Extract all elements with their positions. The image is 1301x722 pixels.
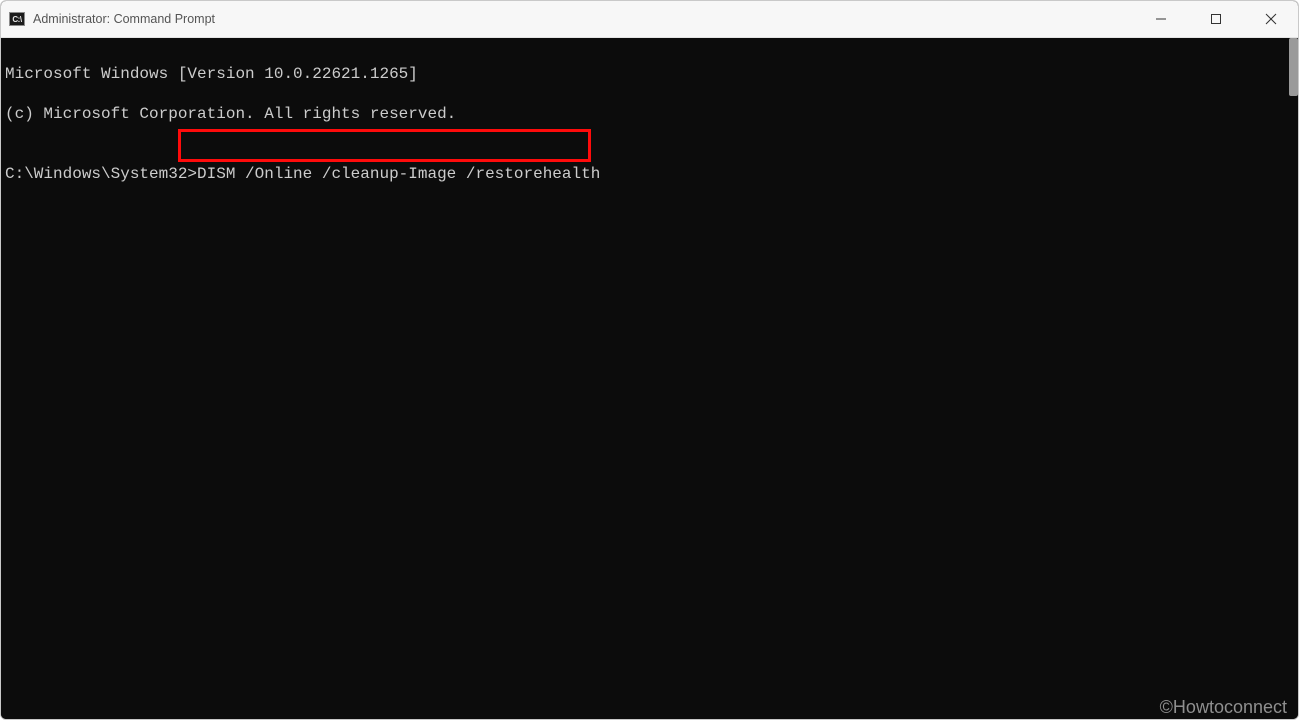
close-icon xyxy=(1265,13,1277,25)
titlebar[interactable]: C:\ Administrator: Command Prompt xyxy=(1,1,1298,38)
command-highlight-annotation xyxy=(178,129,591,162)
minimize-icon xyxy=(1155,13,1167,25)
window-title: Administrator: Command Prompt xyxy=(33,12,215,26)
cmd-app-icon-glyph: C:\ xyxy=(12,15,21,24)
prompt-path: C:\Windows\System32> xyxy=(5,165,197,183)
terminal-line-copyright: (c) Microsoft Corporation. All rights re… xyxy=(5,104,1298,124)
minimize-button[interactable] xyxy=(1133,1,1188,37)
command-prompt-window: C:\ Administrator: Command Prompt xyxy=(0,0,1299,720)
terminal-output[interactable]: Microsoft Windows [Version 10.0.22621.12… xyxy=(1,38,1298,719)
close-button[interactable] xyxy=(1243,1,1298,37)
maximize-button[interactable] xyxy=(1188,1,1243,37)
maximize-icon xyxy=(1210,13,1222,25)
cmd-app-icon: C:\ xyxy=(9,12,25,26)
terminal-line-prompt: C:\Windows\System32>DISM /Online /cleanu… xyxy=(5,164,1298,184)
terminal-line-version: Microsoft Windows [Version 10.0.22621.12… xyxy=(5,64,1298,84)
scrollbar-thumb[interactable] xyxy=(1289,38,1298,96)
window-controls xyxy=(1133,1,1298,37)
typed-command: DISM /Online /cleanup-Image /restoreheal… xyxy=(197,165,600,183)
watermark-text: ©Howtoconnect xyxy=(1160,697,1287,718)
